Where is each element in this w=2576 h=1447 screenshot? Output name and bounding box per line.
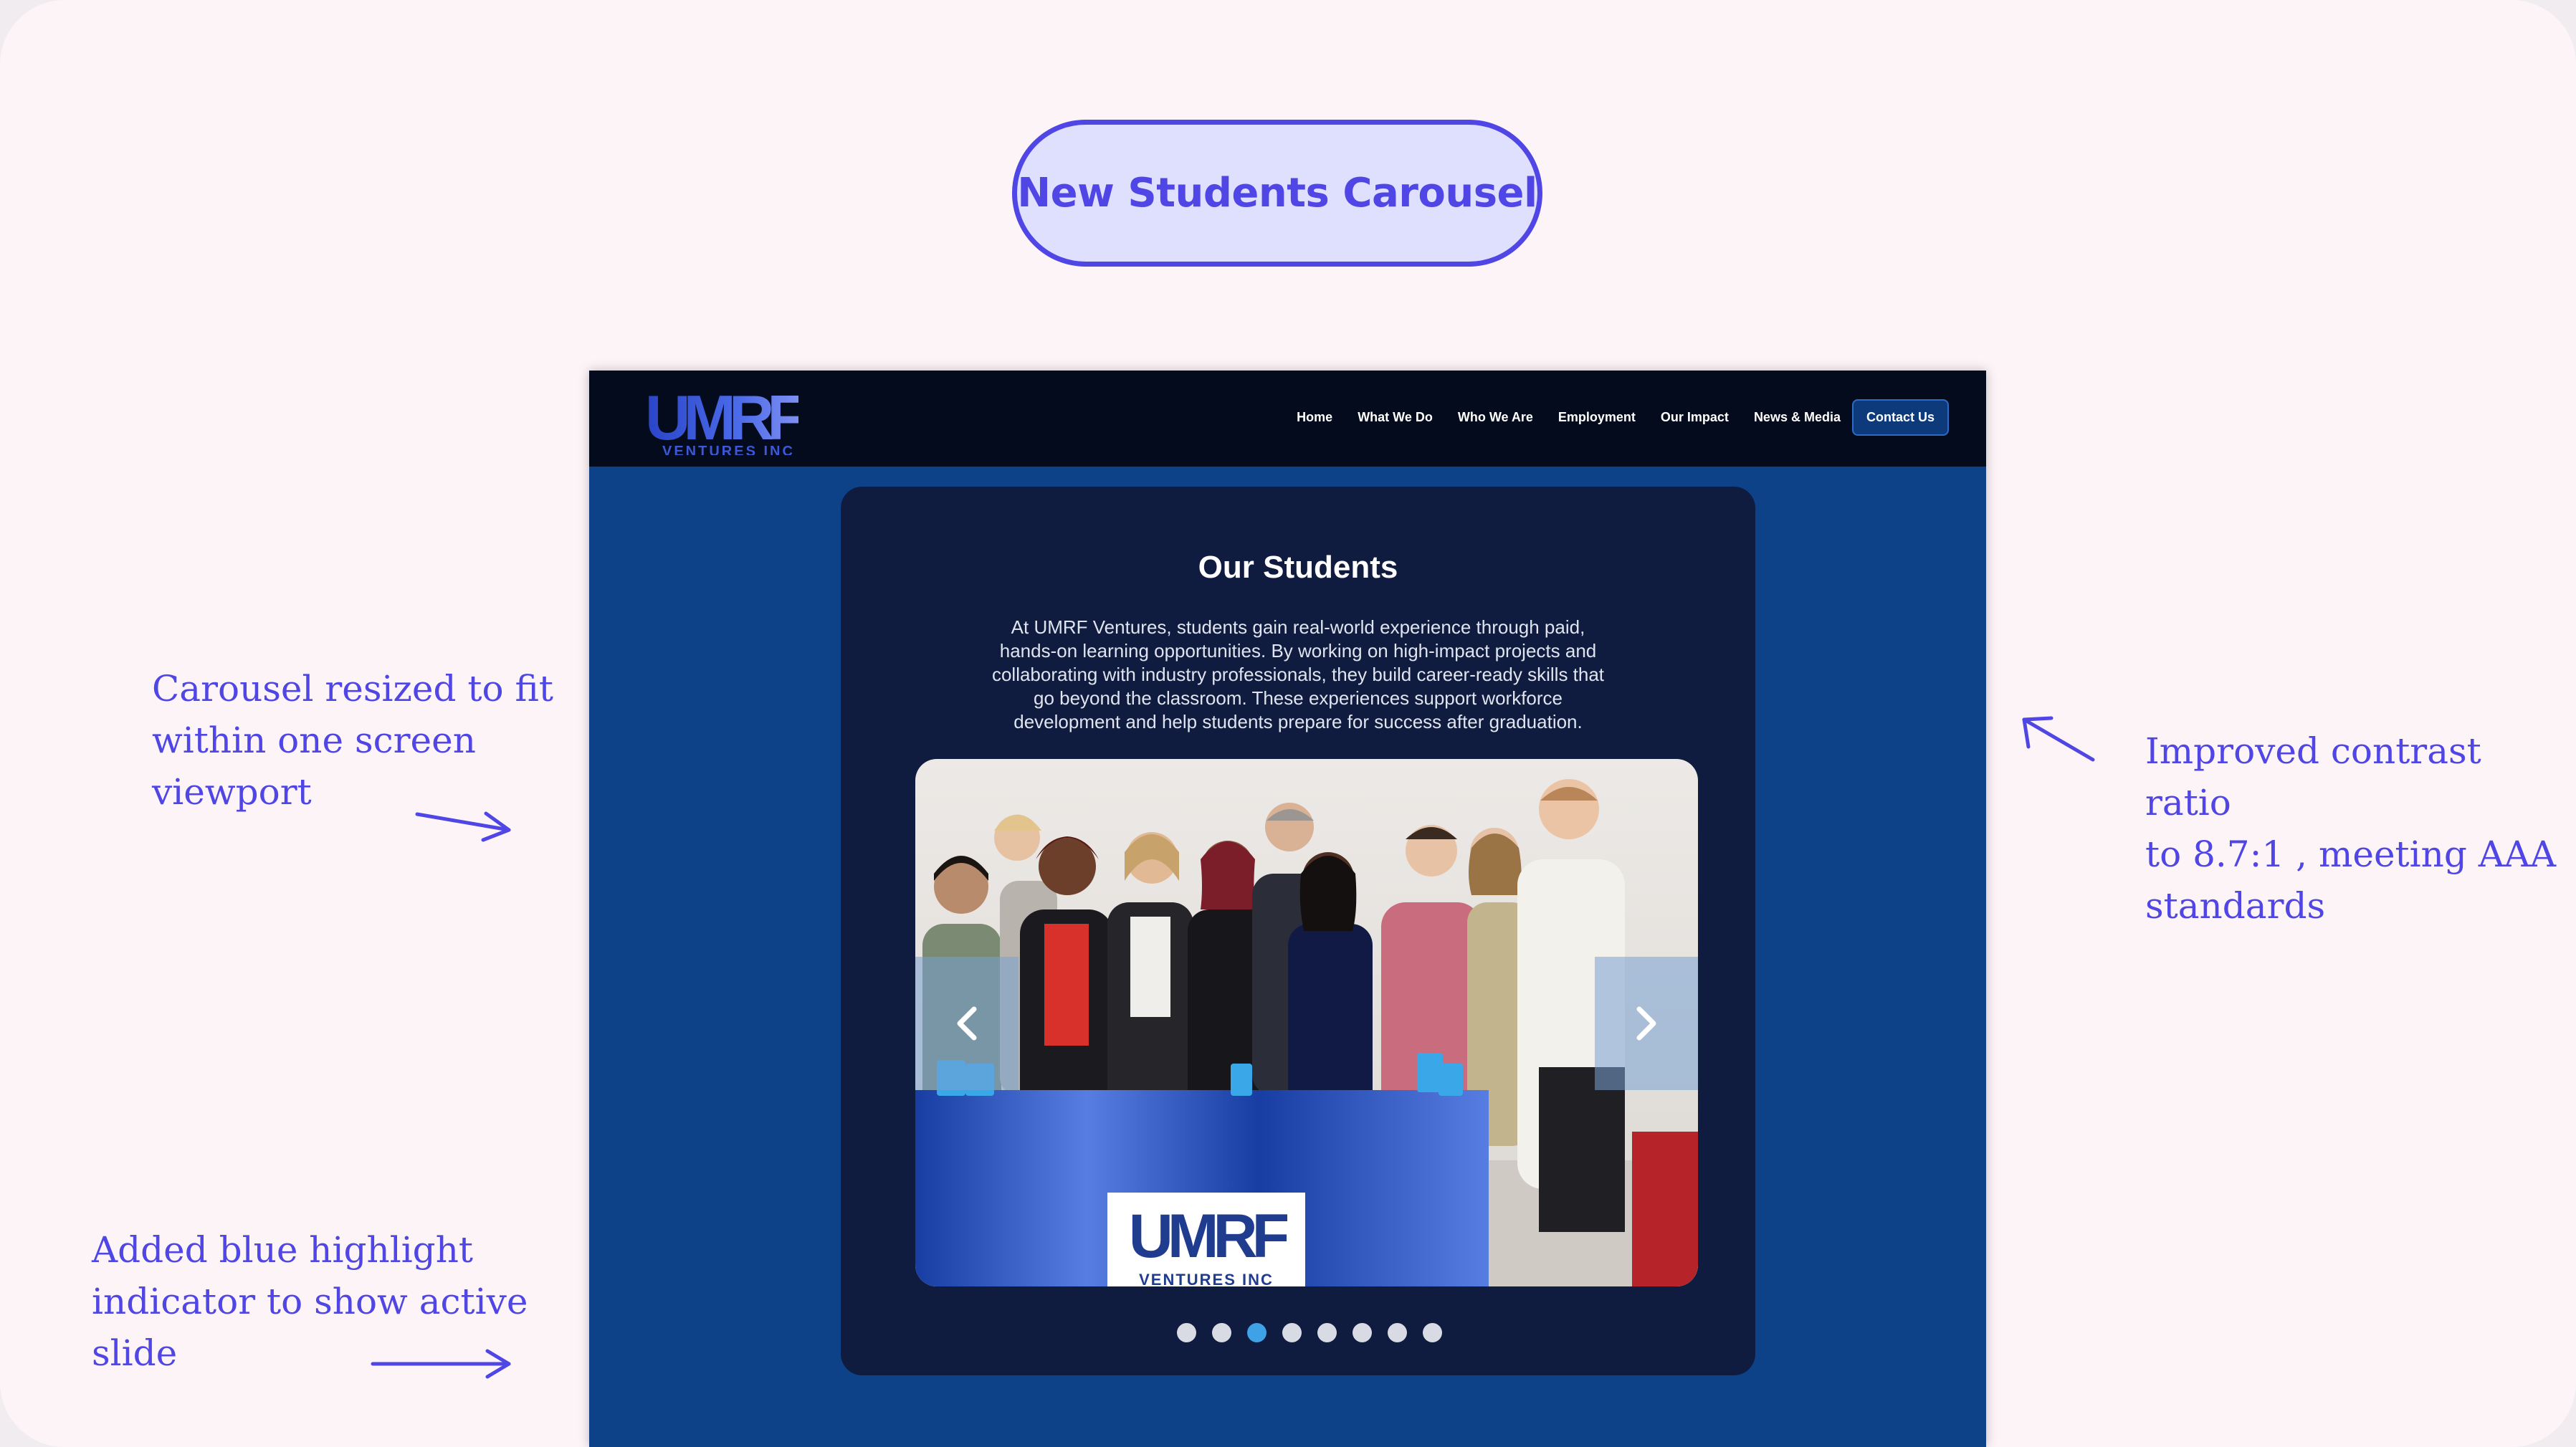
nav-who-we-are[interactable]: Who We Are	[1458, 410, 1533, 425]
students-card: Our Students At UMRF Ventures, students …	[841, 487, 1755, 1375]
nav-what-we-do[interactable]: What We Do	[1358, 410, 1433, 425]
contact-us-button[interactable]: Contact Us	[1851, 399, 1949, 436]
nav-menu: Home What We Do Who We Are Employment Ou…	[1272, 399, 1949, 436]
arrow-icon	[415, 811, 511, 842]
carousel-dot-active[interactable]	[1247, 1323, 1266, 1342]
banner-subtext: VENTURES INC	[1139, 1271, 1274, 1286]
carousel-dot[interactable]	[1212, 1323, 1231, 1342]
umrf-logo[interactable]: UMRF VENTURES INC	[645, 386, 810, 458]
nav-home[interactable]: Home	[1297, 410, 1332, 425]
annotation-carousel-resized: Carousel resized to fit within one scree…	[152, 663, 553, 818]
nav-our-impact[interactable]: Our Impact	[1661, 410, 1729, 425]
carousel-dot[interactable]	[1282, 1323, 1302, 1342]
description-line: At UMRF Ventures, students gain real-wor…	[1011, 616, 1585, 638]
nav-employment[interactable]: Employment	[1558, 410, 1636, 425]
arrow-icon	[371, 1349, 511, 1379]
website-screenshot: UMRF VENTURES INC Home What We Do Who We…	[589, 371, 1986, 1447]
chevron-left-icon	[957, 1006, 977, 1041]
annotation-line: indicator to show active	[92, 1281, 528, 1322]
carousel-prev-button[interactable]	[915, 957, 1019, 1090]
presentation-canvas: New Students Carousel Carousel resized t…	[0, 0, 2576, 1447]
annotation-contrast: Improved contrast ratio to 8.7:1 , meeti…	[2145, 725, 2576, 932]
description-line: development and help students prepare fo…	[1013, 711, 1583, 732]
carousel-slide-photo: UMRF VENTURES INC	[915, 759, 1698, 1286]
nav-news-media[interactable]: News & Media	[1754, 410, 1841, 425]
students-group-photo: UMRF VENTURES INC	[915, 779, 1698, 1286]
banner-wordmark: UMRF	[1129, 1202, 1288, 1271]
section-heading-pill: New Students Carousel	[1012, 120, 1542, 267]
annotation-line: Carousel resized to fit	[152, 668, 553, 710]
annotation-line: Added blue highlight	[92, 1229, 473, 1271]
annotation-line: standards	[2145, 885, 2326, 927]
students-description: At UMRF Ventures, students gain real-wor…	[959, 616, 1637, 734]
students-title: Our Students	[1198, 550, 1398, 585]
description-line: go beyond the classroom. These experienc…	[1033, 687, 1563, 709]
annotation-line: Improved contrast ratio	[2145, 730, 2481, 823]
carousel-dot[interactable]	[1423, 1323, 1442, 1342]
chevron-right-icon	[1636, 1006, 1656, 1041]
carousel-dot[interactable]	[1317, 1323, 1337, 1342]
carousel-indicators	[1177, 1323, 1458, 1342]
carousel-dot[interactable]	[1388, 1323, 1407, 1342]
logo-subtext: VENTURES INC	[662, 444, 795, 455]
annotation-line: to 8.7:1 , meeting AAA	[2145, 834, 2557, 875]
carousel-next-button[interactable]	[1595, 957, 1698, 1090]
navbar: UMRF VENTURES INC Home What We Do Who We…	[589, 371, 1986, 467]
arrow-icon	[2022, 716, 2095, 762]
carousel-dot[interactable]	[1177, 1323, 1196, 1342]
section-heading: New Students Carousel	[1017, 170, 1537, 216]
logo-wordmark: UMRF	[645, 382, 806, 453]
annotation-line: within one screen	[152, 720, 476, 761]
description-line: collaborating with industry professional…	[991, 664, 1605, 685]
carousel-dot[interactable]	[1353, 1323, 1372, 1342]
description-line: hands-on learning opportunities. By work…	[999, 640, 1597, 662]
